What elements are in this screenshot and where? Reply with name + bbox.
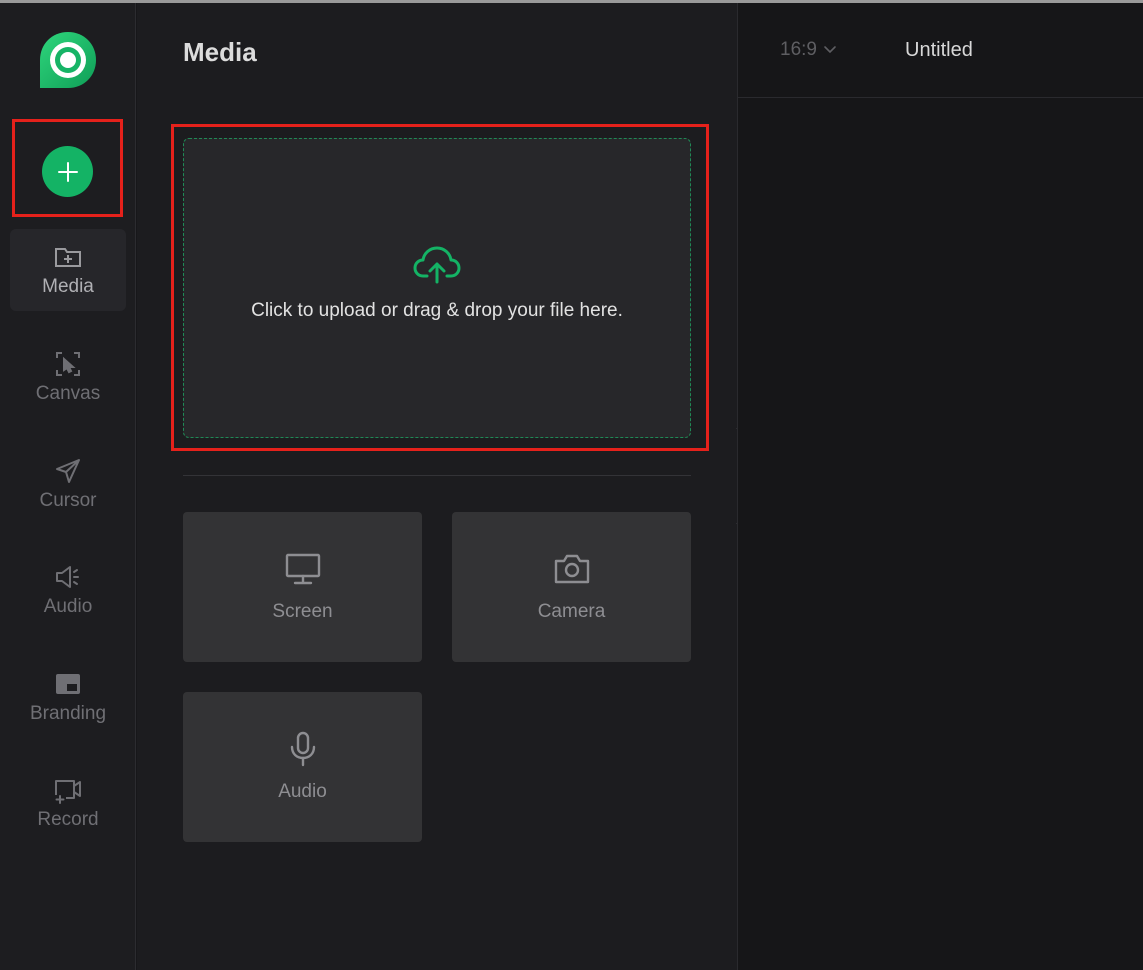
record-video-icon: [55, 780, 81, 804]
editor-area: 16:9 Untitled: [737, 3, 1143, 970]
sidebar-item-media[interactable]: Media: [10, 229, 126, 311]
aspect-ratio-value: 16:9: [780, 39, 817, 60]
tile-label: Screen: [272, 601, 333, 622]
section-divider: [183, 475, 691, 476]
aspect-ratio-dropdown[interactable]: 16:9: [780, 39, 837, 61]
sidebar-item-label: Audio: [43, 596, 93, 617]
branding-icon: [56, 674, 80, 694]
monitor-icon: [285, 553, 320, 585]
record-camera-tile[interactable]: Camera: [452, 512, 691, 662]
record-audio-tile[interactable]: Audio: [183, 692, 422, 842]
sidebar-item-branding[interactable]: Branding: [10, 656, 126, 738]
folder-plus-icon: [55, 248, 81, 267]
app-logo-icon: [40, 32, 96, 88]
record-screen-tile[interactable]: Screen: [183, 512, 422, 662]
tile-label: Camera: [537, 601, 606, 622]
sidebar-item-cursor[interactable]: Cursor: [10, 443, 126, 525]
speaker-icon: [56, 566, 79, 588]
dropzone-text: Click to upload or drag & drop your file…: [251, 300, 623, 321]
canvas-select-icon: [56, 352, 80, 376]
plus-icon: [57, 161, 78, 182]
editor-topbar: 16:9 Untitled: [738, 3, 1143, 98]
upload-dropzone[interactable]: Click to upload or drag & drop your file…: [183, 138, 691, 438]
microphone-icon: [290, 731, 315, 767]
camera-icon: [554, 554, 589, 584]
chevron-down-icon: [824, 46, 836, 54]
document-title[interactable]: Untitled: [905, 39, 973, 62]
cloud-upload-icon: [413, 246, 461, 284]
add-button[interactable]: [42, 146, 93, 197]
sidebar-item-label: Branding: [29, 703, 107, 724]
sidebar-item-canvas[interactable]: Canvas: [10, 336, 126, 418]
sidebar-item-label: Canvas: [35, 383, 101, 404]
sidebar-item-audio[interactable]: Audio: [10, 549, 126, 631]
sidebar-item-label: Cursor: [39, 490, 97, 511]
sidebar-item-label: Media: [42, 276, 94, 297]
sidebar-item-label: Record: [37, 809, 99, 830]
panel-title: Media: [183, 37, 257, 67]
cursor-arrow-icon: [56, 459, 80, 483]
tile-label: Audio: [278, 781, 327, 802]
sidebar-item-record[interactable]: Record: [10, 762, 126, 844]
media-panel: Media Click to upload or drag & drop you…: [137, 3, 737, 970]
